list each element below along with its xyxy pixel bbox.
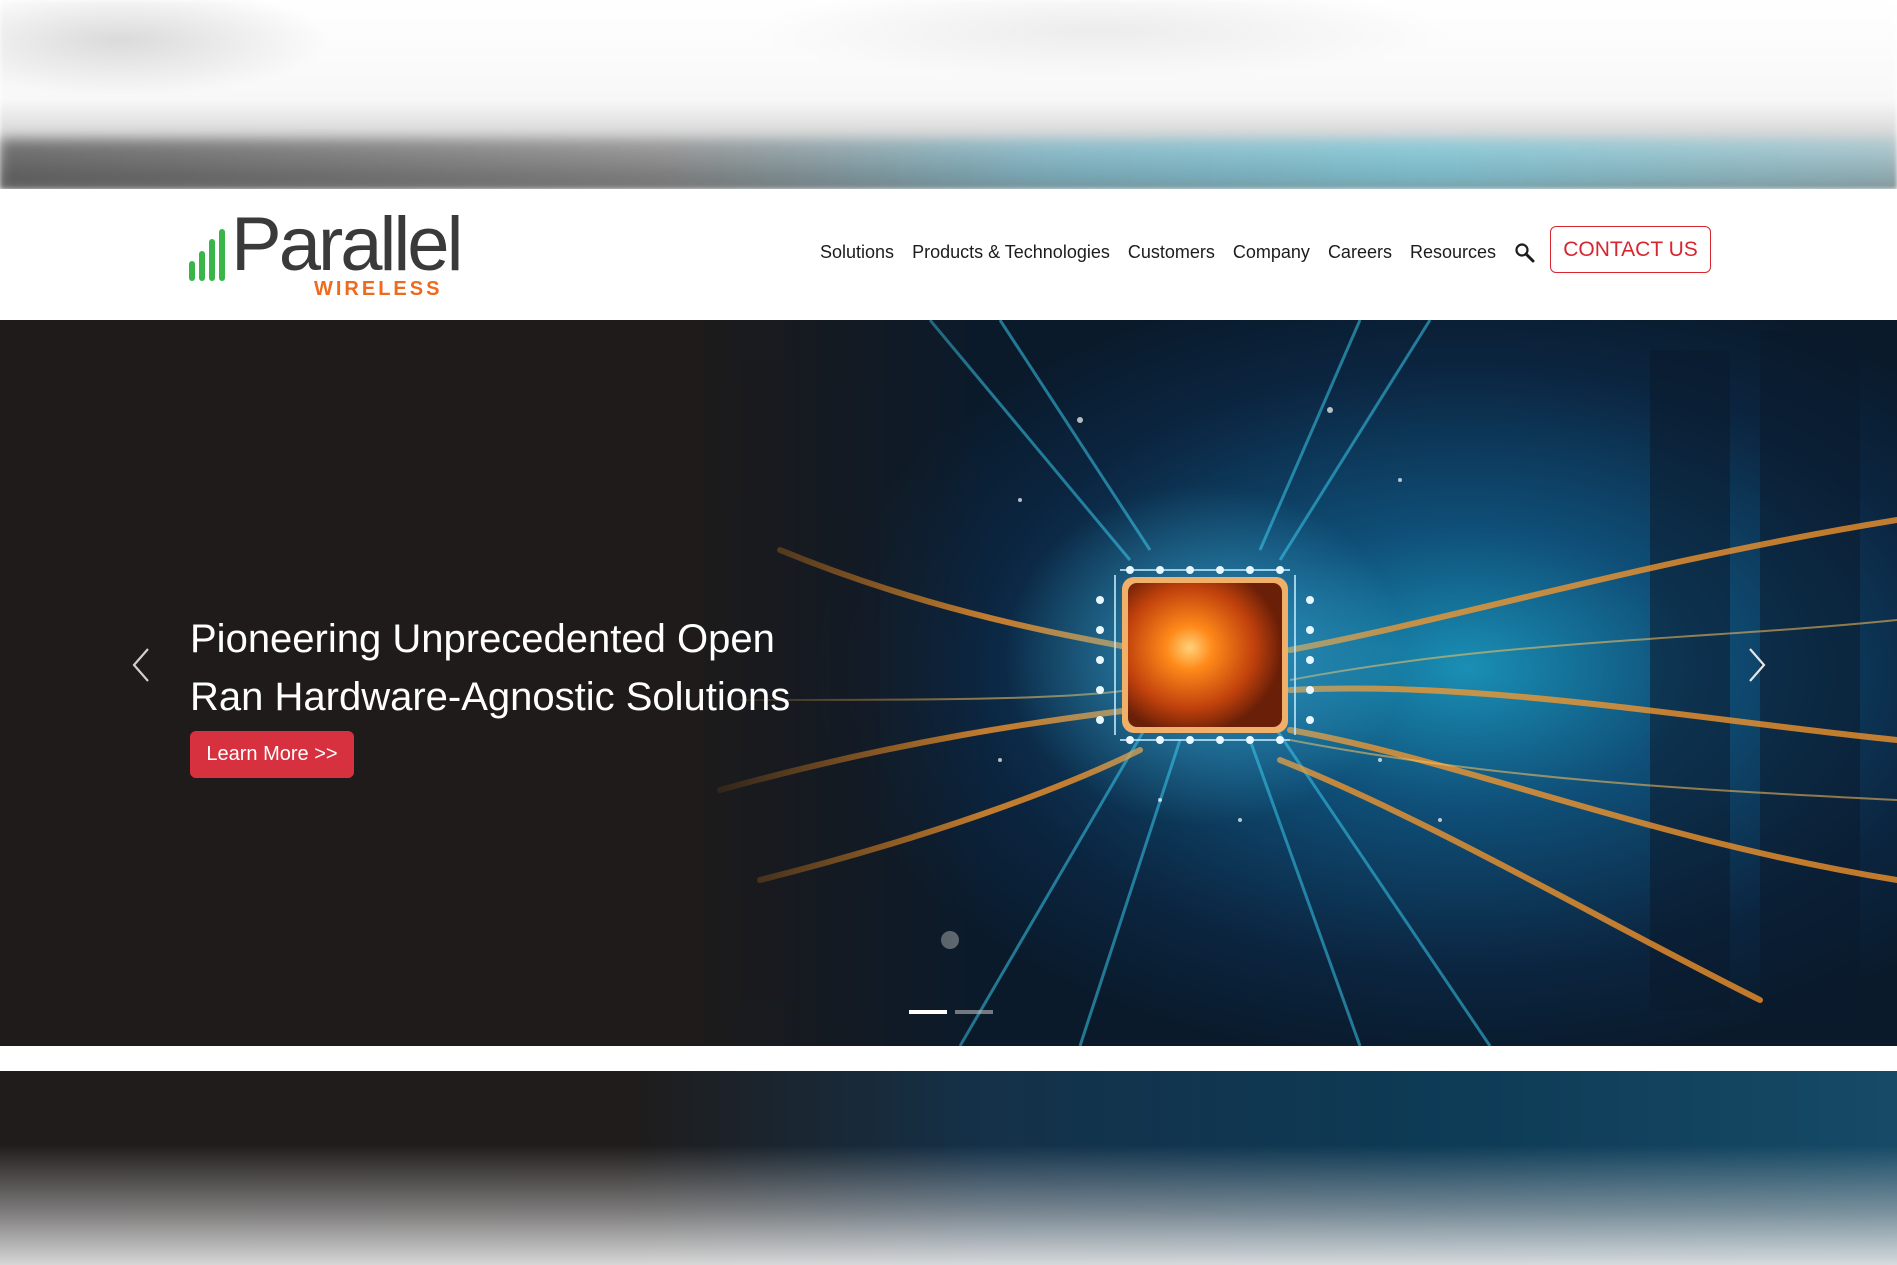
nav-item-products-technologies[interactable]: Products & Technologies [912, 242, 1110, 263]
search-icon[interactable] [1514, 242, 1536, 264]
section-gap [0, 1046, 1897, 1071]
hero-carousel: Pioneering Unprecedented Open Ran Hardwa… [0, 320, 1897, 1046]
nav-item-customers[interactable]: Customers [1128, 242, 1215, 263]
hero-title-line-1: Pioneering Unprecedented Open [190, 617, 775, 661]
nav-item-resources[interactable]: Resources [1410, 242, 1496, 263]
parallel-wireless-logo[interactable]: Parallel WIRELESS [189, 202, 463, 305]
chevron-left-icon[interactable] [128, 645, 158, 685]
signal-bars-icon [189, 229, 225, 281]
nav-item-company[interactable]: Company [1233, 242, 1310, 263]
hero-title-line-2: Ran Hardware-Agnostic Solutions [190, 675, 791, 719]
main-nav: Solutions Products & Technologies Custom… [820, 241, 1566, 263]
blurred-background-bottom [0, 1071, 1897, 1265]
nav-item-solutions[interactable]: Solutions [820, 242, 894, 263]
learn-more-button[interactable]: Learn More >> [190, 731, 354, 778]
blurred-background-top [0, 0, 1897, 189]
carousel-indicator-2[interactable] [955, 1010, 993, 1014]
contact-us-button[interactable]: CONTACT US [1550, 226, 1711, 273]
hero-title: Pioneering Unprecedented Open Ran Hardwa… [190, 610, 830, 726]
carousel-indicators [909, 1010, 1001, 1014]
nav-item-careers[interactable]: Careers [1328, 242, 1392, 263]
carousel-indicator-1[interactable] [909, 1010, 947, 1014]
site-header: Parallel WIRELESS Solutions Products & T… [0, 189, 1897, 320]
logo-subtitle: WIRELESS [314, 278, 443, 300]
chevron-right-icon[interactable] [1742, 645, 1772, 685]
